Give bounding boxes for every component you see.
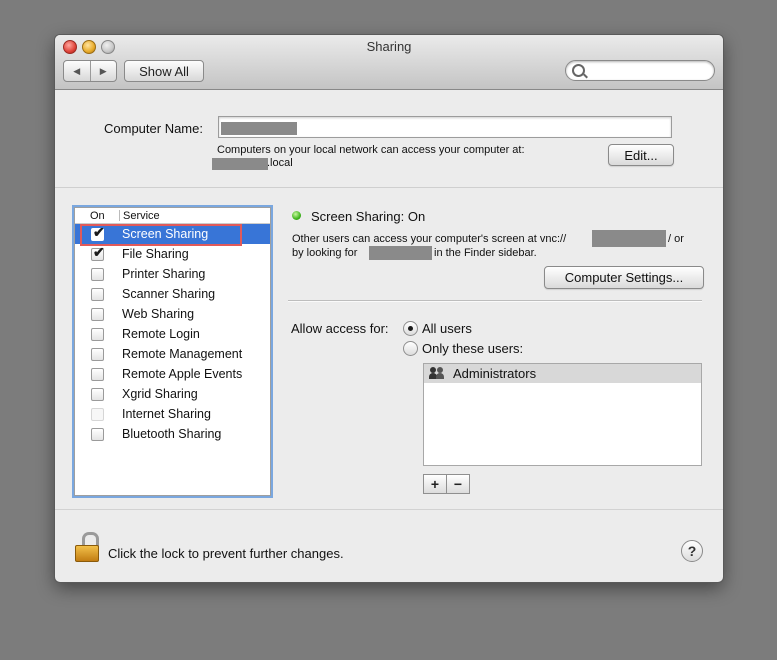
status-indicator-icon [292,211,301,220]
allow-access-label: Allow access for: [291,321,389,336]
service-checkbox[interactable] [91,268,104,281]
section-divider [288,300,702,302]
redacted-hostname [212,158,268,170]
redacted-computer-label [369,246,432,260]
table-row[interactable]: Bluetooth Sharing [75,424,270,444]
computer-name-label: Computer Name: [104,121,203,136]
table-row[interactable]: Xgrid Sharing [75,384,270,404]
computer-settings-button[interactable]: Computer Settings... [544,266,704,289]
users-list: Administrators [423,363,702,466]
redacted-computer-name [221,122,297,135]
table-row[interactable]: Remote Login [75,324,270,344]
search-field[interactable] [565,60,715,81]
remove-user-button[interactable]: − [447,475,469,493]
title-bar: Sharing ◀ ▶ Show All [55,35,723,90]
user-name: Administrators [453,366,537,381]
computer-name-field[interactable] [218,116,672,138]
service-name: Remote Management [122,347,243,361]
computer-name-section: Computer Name: Computers on your local n… [55,90,723,188]
service-checkbox[interactable] [91,308,104,321]
table-row[interactable]: Internet Sharing [75,404,270,424]
computer-name-description: Computers on your local network can acce… [217,144,525,156]
service-name: Remote Login [122,327,200,341]
table-row[interactable]: Printer Sharing [75,264,270,284]
service-checkbox[interactable]: ✔ [91,244,105,261]
service-name: Printer Sharing [122,267,206,281]
access-info-line1-tail: / or [668,233,684,245]
service-name: Remote Apple Events [122,367,243,381]
annotation-highlight-box [80,224,242,246]
table-row[interactable]: Web Sharing [75,304,270,324]
add-user-button[interactable]: + [424,475,447,493]
service-checkbox[interactable] [91,428,104,441]
only-these-users-radio[interactable] [403,341,418,356]
service-checkbox[interactable] [91,388,104,401]
sharing-window: Sharing ◀ ▶ Show All Computer Name: Comp… [55,35,723,582]
search-icon [572,64,585,77]
all-users-label[interactable]: All users [422,321,472,336]
service-checkbox[interactable] [91,328,104,341]
back-arrow-icon[interactable]: ◀ [64,61,91,81]
service-name: Web Sharing [122,307,195,321]
access-info-line1: Other users can access your computer's s… [292,233,567,245]
column-divider [119,210,120,221]
service-name: Scanner Sharing [122,287,216,301]
all-users-radio[interactable] [403,321,418,336]
service-checkbox[interactable] [91,288,104,301]
local-address-suffix: .local [267,157,293,169]
service-list: On Service ✔ Screen Sharing ✔ File Sharing P… [74,207,271,496]
service-list-header: On Service [75,208,270,224]
service-status: Screen Sharing: On [311,209,426,224]
forward-arrow-icon[interactable]: ▶ [91,61,117,81]
only-these-users-label[interactable]: Only these users: [422,341,523,356]
service-name: Internet Sharing [122,407,211,421]
lock-message: Click the lock to prevent further change… [108,546,344,561]
access-info-line2: by looking for [292,247,358,259]
column-header-service[interactable]: Service [123,210,160,222]
help-button[interactable]: ? [681,540,703,562]
table-row[interactable]: Remote Management [75,344,270,364]
lock-icon[interactable] [73,532,103,562]
service-checkbox[interactable] [91,368,104,381]
group-icon [429,367,445,379]
footer: Click the lock to prevent further change… [55,509,723,582]
service-checkbox[interactable] [91,348,104,361]
service-name: Xgrid Sharing [122,387,198,401]
checkmark-icon: ✔ [93,244,105,260]
redacted-vnc-address [592,230,666,247]
service-name: Bluetooth Sharing [122,427,222,441]
back-forward-control: ◀ ▶ [63,60,117,82]
show-all-button[interactable]: Show All [124,60,204,82]
add-remove-control: + − [423,474,470,494]
list-item[interactable]: Administrators [424,364,701,383]
table-row[interactable]: Remote Apple Events [75,364,270,384]
table-row[interactable]: ✔ File Sharing [75,244,270,264]
service-checkbox [91,408,104,421]
access-info-line2-tail: in the Finder sidebar. [434,247,537,259]
window-title: Sharing [366,39,412,54]
column-header-on[interactable]: On [90,210,105,222]
service-name: File Sharing [122,247,189,261]
edit-button[interactable]: Edit... [608,144,674,166]
table-row[interactable]: Scanner Sharing [75,284,270,304]
